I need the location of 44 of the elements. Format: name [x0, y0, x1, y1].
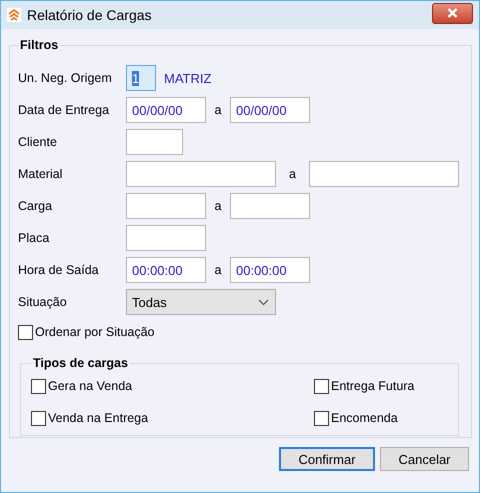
input-field[interactable] [126, 129, 183, 155]
close-button[interactable] [432, 2, 473, 24]
checkbox-label[interactable]: Venda na Entrega [48, 411, 148, 425]
input-field[interactable]: 00:00:00 [126, 257, 206, 283]
field-label: Un. Neg. Origem [18, 71, 113, 85]
checkbox[interactable] [31, 378, 46, 394]
chevron-down-icon [258, 298, 269, 306]
field-label: Hora de Saída [18, 263, 100, 277]
group-title: Filtros [19, 38, 60, 52]
field-label: Carga [18, 199, 54, 213]
group-title: Tipos de cargas [32, 356, 129, 370]
close-icon [447, 8, 458, 18]
unit-name: MATRIZ [164, 70, 212, 86]
checkbox[interactable] [314, 378, 329, 394]
checkbox-label[interactable]: Gera na Venda [48, 379, 132, 393]
range-label: a [214, 263, 222, 277]
dialog-button[interactable]: Cancelar [380, 447, 469, 471]
checkbox[interactable] [31, 410, 46, 426]
app-icon [7, 8, 21, 22]
input-field[interactable]: 1 [126, 65, 156, 91]
field-label: Cliente [18, 135, 58, 149]
range-label: a [288, 167, 297, 181]
input-field[interactable]: 00/00/00 [126, 97, 206, 123]
checkbox[interactable] [18, 324, 33, 340]
checkbox-label[interactable]: Ordenar por Situação [35, 325, 155, 339]
input-field[interactable] [126, 193, 206, 219]
input-field[interactable] [126, 161, 276, 187]
dropdown[interactable]: Todas [126, 289, 276, 315]
dialog-button[interactable]: Confirmar [279, 447, 375, 471]
field-label: Data de Entrega [18, 103, 110, 117]
range-label: a [214, 199, 222, 213]
input-field[interactable] [230, 193, 310, 219]
range-label: a [214, 103, 222, 117]
input-field[interactable]: 00/00/00 [230, 97, 310, 123]
checkbox[interactable] [314, 410, 329, 426]
checkbox-label[interactable]: Entrega Futura [331, 379, 414, 393]
input-field[interactable] [309, 161, 459, 187]
input-field[interactable] [126, 225, 206, 251]
window-title: Relatório de Cargas [27, 7, 153, 23]
field-label: Material [18, 167, 64, 181]
input-field[interactable]: 00:00:00 [230, 257, 310, 283]
checkbox-label[interactable]: Encomenda [331, 411, 398, 425]
field-label: Placa [18, 231, 50, 245]
field-label: Situação [18, 295, 68, 309]
